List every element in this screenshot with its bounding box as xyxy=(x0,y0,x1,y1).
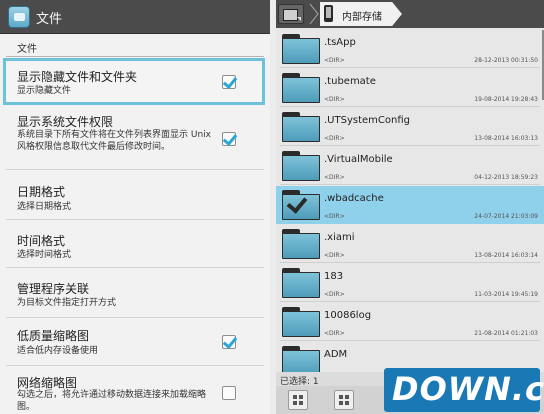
pref-title: 管理程序关联 xyxy=(17,282,90,296)
pref-summary: 勾选之后，将允许通过移动数据连接来加载缩略图。 xyxy=(17,390,207,412)
file-name: ADM xyxy=(324,349,348,360)
file-name: 10086log xyxy=(324,310,372,321)
watermark-logo: DOWN.cc xyxy=(384,368,544,412)
section-divider xyxy=(6,56,264,57)
divider xyxy=(280,106,540,107)
file-date: 11-03-2014 19:45:19 xyxy=(474,291,538,298)
pref-summary: 选择时间格式 xyxy=(17,250,72,260)
divider xyxy=(280,184,540,185)
folder-icon xyxy=(282,268,320,298)
watermark-text: DOWN.cc xyxy=(392,370,544,408)
file-type: <DIR> xyxy=(324,135,345,142)
file-row[interactable]: 183 <DIR> 11-03-2014 19:45:19 xyxy=(276,264,544,302)
file-type: <DIR> xyxy=(324,174,345,181)
file-row[interactable]: .xiami <DIR> 13-08-2014 16:03:14 xyxy=(276,225,544,263)
pref-summary: 显示隐藏文件 xyxy=(17,86,72,96)
pref-title: 低质量缩略图 xyxy=(17,329,90,343)
folder-checked-icon xyxy=(282,190,320,220)
file-row[interactable]: .VirtualMobile <DIR> 04-12-2013 18:59:23 xyxy=(276,147,544,185)
storage-dropdown-button[interactable] xyxy=(278,4,304,24)
pref-time-format[interactable]: 时间格式 选择时间格式 xyxy=(0,220,270,268)
pref-title: 显示隐藏文件和文件夹 xyxy=(17,70,138,84)
divider xyxy=(280,67,540,68)
folder-icon xyxy=(282,151,320,181)
divider xyxy=(280,340,540,341)
system-permissions-checkbox[interactable] xyxy=(222,132,236,146)
file-row[interactable]: 10086log <DIR> 21-08-2014 01:21:03 xyxy=(276,303,544,341)
file-type: <DIR> xyxy=(324,291,345,298)
pref-summary: 适合低内存设备使用 xyxy=(17,346,99,356)
file-name: .tubemate xyxy=(324,76,376,87)
file-date: 28-12-2013 00:31:50 xyxy=(474,57,538,64)
grid-view-button[interactable] xyxy=(288,390,308,410)
pref-title: 显示系统文件权限 xyxy=(17,115,114,129)
file-row-selected[interactable]: .wbadcache <DIR> 24-07-2014 21:03:09 xyxy=(276,186,544,224)
file-type: <DIR> xyxy=(324,96,345,103)
folder-icon xyxy=(282,112,320,142)
phone-storage-icon xyxy=(324,5,333,22)
settings-pane: 文件 文件 显示隐藏文件和文件夹 显示隐藏文件 显示系统文件权限 系统目录下所有… xyxy=(0,0,270,414)
file-date: 24-07-2014 21:03:09 xyxy=(474,213,538,220)
folder-icon xyxy=(282,73,320,103)
file-name: .wbadcache xyxy=(324,193,384,204)
file-date: 04-12-2013 18:59:23 xyxy=(474,174,538,181)
file-date: 19-08-2014 19:28:43 xyxy=(474,96,538,103)
folder-icon xyxy=(282,307,320,337)
file-name: .tsApp xyxy=(324,37,356,48)
pref-summary: 系统目录下所有文件将在文件列表界面显示 Unix 风格权限信息取代文件最后修改时… xyxy=(17,130,211,152)
file-row[interactable]: .tsApp <DIR> 28-12-2013 00:31:50 xyxy=(276,30,544,68)
pref-summary: 选择日期格式 xyxy=(17,202,72,212)
divider xyxy=(280,145,540,146)
file-row[interactable]: .UTSystemConfig <DIR> 13-08-2014 16:03:1… xyxy=(276,108,544,146)
file-name: .xiami xyxy=(324,232,355,243)
settings-action-bar: 文件 xyxy=(0,0,270,34)
file-row[interactable]: .tubemate <DIR> 19-08-2014 19:28:43 xyxy=(276,69,544,107)
section-header: 文件 xyxy=(17,44,37,55)
pref-network-thumbnails[interactable]: 网络缩略图 勾选之后，将允许通过移动数据连接来加载缩略图。 xyxy=(0,366,270,414)
file-date: 13-08-2014 16:03:14 xyxy=(474,252,538,259)
file-type: <DIR> xyxy=(324,57,345,64)
pref-show-system-permissions[interactable]: 显示系统文件权限 系统目录下所有文件将在文件列表界面显示 Unix 风格权限信息… xyxy=(0,106,270,170)
file-browser-pane: 内部存储 .tsApp <DIR> 28-12-2013 00:31:50 .t… xyxy=(276,0,544,414)
pref-title: 时间格式 xyxy=(17,234,66,248)
divider xyxy=(280,262,540,263)
pref-date-format[interactable]: 日期格式 选择日期格式 xyxy=(0,170,270,220)
settings-title: 文件 xyxy=(36,12,63,27)
file-name: .UTSystemConfig xyxy=(324,115,410,126)
browser-action-bar: 内部存储 xyxy=(276,0,544,28)
divider xyxy=(280,301,540,302)
breadcrumb-label: 内部存储 xyxy=(342,12,382,23)
pref-manage-associations[interactable]: 管理程序关联 为目标文件指定打开方式 xyxy=(0,268,270,318)
file-date: 13-08-2014 16:03:13 xyxy=(474,135,538,142)
pref-low-quality-thumbnails[interactable]: 低质量缩略图 适合低内存设备使用 xyxy=(0,318,270,366)
folder-icon xyxy=(282,34,320,64)
folder-icon xyxy=(282,229,320,259)
network-thumbnails-checkbox[interactable] xyxy=(222,386,236,400)
select-all-button[interactable] xyxy=(334,390,354,410)
file-date: 21-08-2014 01:21:03 xyxy=(474,330,538,337)
file-type: <DIR> xyxy=(324,330,345,337)
show-hidden-checkbox[interactable] xyxy=(222,75,236,89)
low-quality-thumbnails-checkbox[interactable] xyxy=(222,335,236,349)
file-type: <DIR> xyxy=(324,213,345,220)
file-name: .VirtualMobile xyxy=(324,154,393,165)
file-type: <DIR> xyxy=(324,252,345,259)
file-name: 183 xyxy=(324,271,344,282)
pref-summary: 为目标文件指定打开方式 xyxy=(17,298,117,308)
pref-show-hidden-files[interactable]: 显示隐藏文件和文件夹 显示隐藏文件 xyxy=(0,58,270,106)
file-manager-app-icon[interactable] xyxy=(8,6,30,28)
pref-title: 日期格式 xyxy=(17,185,66,199)
breadcrumb-separator-icon xyxy=(309,3,319,25)
